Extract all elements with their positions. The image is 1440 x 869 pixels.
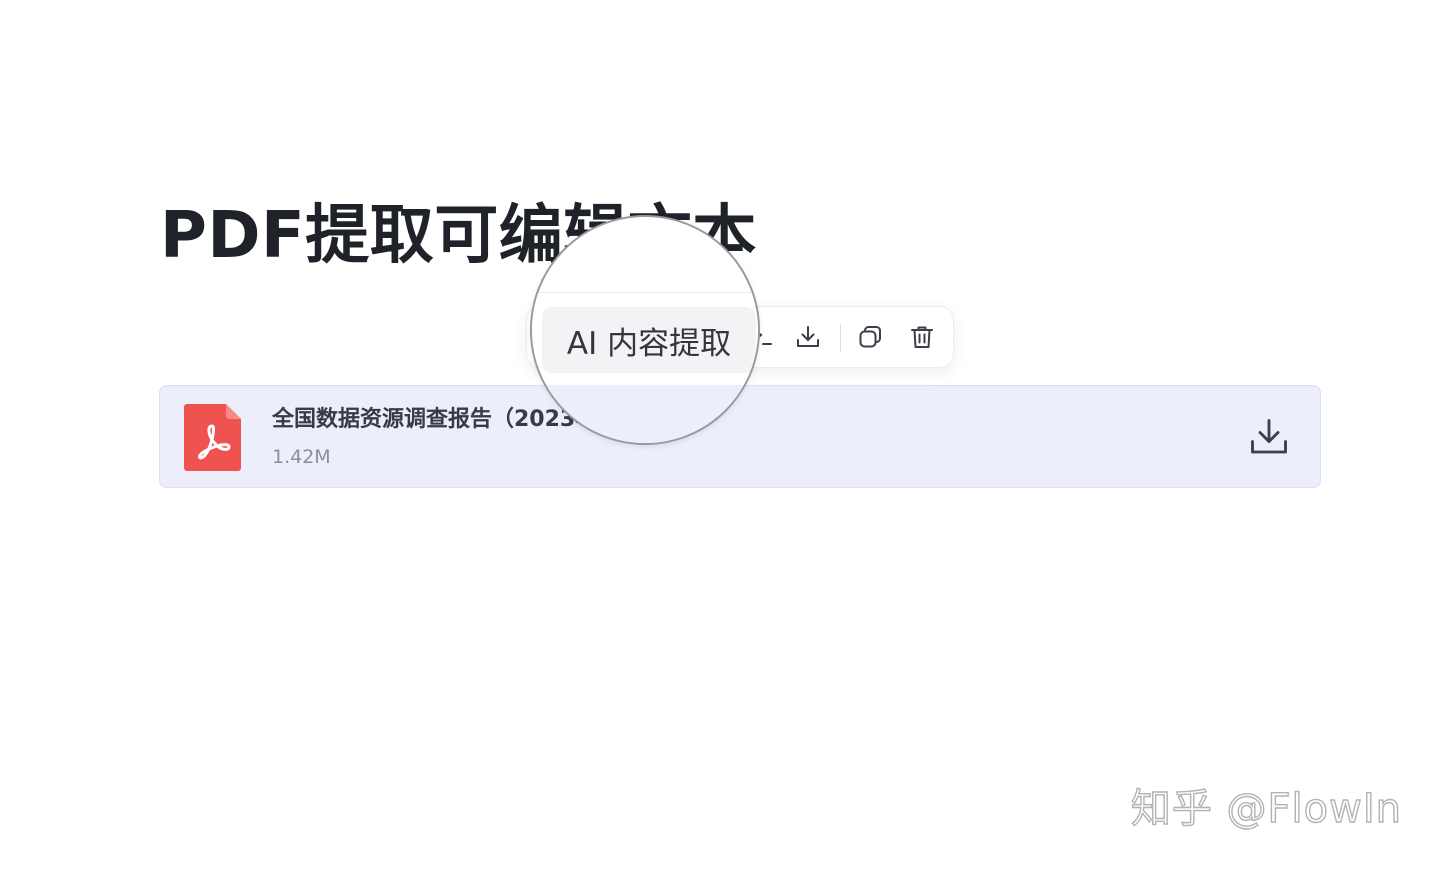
- pdf-icon: [184, 404, 241, 471]
- download-icon[interactable]: [790, 319, 826, 355]
- file-size: 1.42M: [272, 446, 331, 468]
- ai-extract-button[interactable]: AI 内容提取: [542, 307, 756, 373]
- watermark: 知乎 @FlowIn: [1130, 785, 1402, 832]
- magnifier-lens: AI 内容提取: [530, 215, 760, 445]
- magnified-attachment: [532, 385, 758, 443]
- toolbar-divider: [840, 324, 841, 352]
- trash-icon[interactable]: [904, 319, 940, 355]
- download-icon: [1251, 419, 1287, 454]
- file-download-button[interactable]: [1246, 414, 1292, 460]
- page: PDF提取可编辑文本 全国数据资源调查报告（2023年） 1.42M AI 内容…: [0, 0, 1440, 869]
- copy-icon[interactable]: [852, 319, 888, 355]
